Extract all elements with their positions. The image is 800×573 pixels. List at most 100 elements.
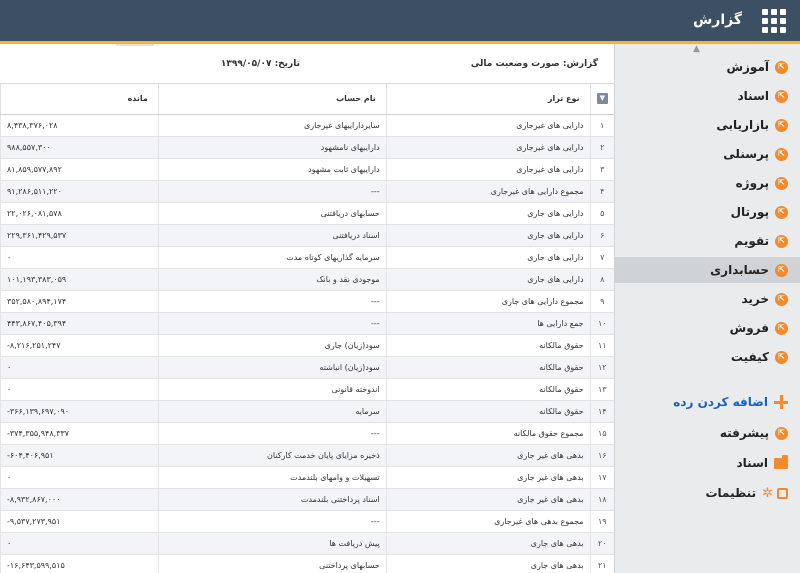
row-number: ۱۵ — [589, 422, 614, 445]
sidebar-item-label: پروژه — [735, 176, 769, 190]
cell-balance: -۸,۲۱۶,۲۵۱,۲۴۷ — [0, 334, 159, 357]
cell-balance: ۰ — [0, 356, 159, 379]
cell-type: حقوق مالکانه — [385, 334, 591, 357]
sidebar-item-10[interactable]: ⇱ فروش — [614, 315, 800, 341]
row-number: ۸ — [589, 268, 614, 291]
sidebar-item-label: پیشرفته — [719, 426, 769, 440]
row-number: ۵ — [589, 202, 614, 225]
column-header-account[interactable]: نام حساب — [157, 84, 387, 115]
sidebar-item-documents-folder[interactable]: اسناد — [614, 450, 800, 476]
table-row[interactable]: ۲۱ بدهی های جاری حسابهای پرداختنی -۱۶,۶۴۳,۵… — [0, 554, 614, 573]
sidebar-item-1[interactable]: ⇱ آموزش — [614, 54, 800, 80]
cell-balance: -۹,۵۳۷,۲۷۳,۹۵۱ — [0, 510, 159, 533]
cell-balance: ۰ — [0, 532, 159, 555]
cell-type: دارایی های غیرجاری — [385, 136, 591, 159]
sort-icon[interactable]: ▼ — [596, 93, 608, 105]
table-row[interactable]: ۷ دارایی های جاری سرمایه گذاریهای کوتاه مد… — [0, 246, 614, 269]
table-row[interactable]: ۱۳ حقوق مالکانه اندوخته قانونی ۰ — [0, 378, 614, 401]
cell-account: --- — [157, 312, 387, 335]
add-category-label: اضافه کردن رده — [673, 395, 768, 409]
sidebar-item-advanced[interactable]: ⇱ پیشرفته — [614, 420, 800, 446]
link-icon: ⇱ — [775, 176, 788, 190]
cell-account: اسناد دریافتنی — [157, 224, 387, 247]
link-icon: ⇱ — [775, 263, 788, 277]
table-row[interactable]: ۱۵ مجموع حقوق مالکانه --- -۳۷۴,۳۵۵,۹۴۸,۳۳۷ — [0, 422, 614, 445]
row-number: ۹ — [589, 290, 614, 313]
table-row[interactable]: ۲۰ بدهی های جاری پیش دریافت ها ۰ — [0, 532, 614, 555]
table-row[interactable]: ۸ دارایی های جاری موجودی نقد و بانک ۱۰۱,۱۹۳… — [0, 268, 614, 291]
table-row[interactable]: ۱۹ مجموع بدهی های غیرجاری --- -۹,۵۳۷,۲۷۳,۹۵… — [0, 510, 614, 533]
link-icon: ⇱ — [775, 350, 788, 364]
row-number: ۲ — [589, 136, 614, 159]
link-icon: ⇱ — [775, 321, 788, 335]
cell-balance: ۹۸۸,۵۵۷,۳۰۰ — [0, 136, 159, 159]
table-row[interactable]: ۲ دارایی های غیرجاری داراییهای نامشهود ۹۸۸,… — [0, 136, 614, 159]
table-row[interactable]: ۱۲ حقوق مالکانه سود(زیان) انباشته ۰ — [0, 356, 614, 379]
table-row[interactable]: ۱۰ جمع دارایی ها --- ۴۴۳,۸۶۷,۴۰۵,۳۹۴ — [0, 312, 614, 335]
table-row[interactable]: ۱۱ حقوق مالکانه سود(زیان) جاری -۸,۲۱۶,۲۵۱,۲… — [0, 334, 614, 357]
row-number: ۱۷ — [589, 466, 614, 489]
cell-type: جمع دارایی ها — [385, 312, 591, 335]
sidebar-item-9[interactable]: ⇱ خرید — [614, 286, 800, 312]
cell-account: --- — [157, 290, 387, 313]
add-category-button[interactable]: اضافه کردن رده — [673, 395, 788, 409]
apps-grid-icon[interactable] — [762, 9, 786, 33]
sidebar-item-7[interactable]: ⇱ تقویم — [614, 228, 800, 254]
table-row[interactable]: ۴ مجموع دارایی های غیرجاری --- ۹۱,۲۸۶,۵۱۱,۲… — [0, 180, 614, 203]
window-icon — [777, 487, 788, 499]
report-panel: گزارش: صورت وضعیت مالی تاریخ: ۱۳۹۹/۰۵/۰۷… — [0, 44, 614, 573]
cell-type: حقوق مالکانه — [385, 356, 591, 379]
sort-column-header[interactable]: ▼ — [589, 84, 614, 115]
table-row[interactable]: ۱ دارایی های غیرجاری سایرداراییهای غیرجاری… — [0, 114, 614, 137]
link-icon: ⇱ — [775, 234, 788, 248]
sidebar-item-label: خرید — [741, 292, 769, 306]
gear-icon: ✲ — [762, 485, 773, 501]
top-bar: گزارش — [0, 0, 800, 41]
cell-account: --- — [157, 510, 387, 533]
table-row[interactable]: ۱۶ بدهی های غیر جاری ذخیره مزایای پایان خد… — [0, 444, 614, 467]
sidebar-item-11[interactable]: ⇱ کیفیت — [614, 344, 800, 370]
collapse-arrow-icon[interactable]: ▲ — [693, 44, 700, 54]
cell-type: بدهی های غیر جاری — [385, 444, 591, 467]
table-row[interactable]: ۱۴ حقوق مالکانه سرمایه -۳۶۶,۱۳۹,۶۹۷,۰۹۰ — [0, 400, 614, 423]
sidebar-item-label: آموزش — [726, 60, 769, 74]
sidebar-item-6[interactable]: ⇱ پورتال — [614, 199, 800, 225]
link-icon: ⇱ — [775, 147, 788, 161]
cell-type: دارایی های غیرجاری — [385, 158, 591, 181]
cell-type: حقوق مالکانه — [385, 400, 591, 423]
app-title: گزارش — [692, 12, 742, 28]
link-icon: ⇱ — [775, 60, 788, 74]
cell-balance: ۹۱,۲۸۶,۵۱۱,۲۲۰ — [0, 180, 159, 203]
row-number: ۱۲ — [589, 356, 614, 379]
row-number: ۱۶ — [589, 444, 614, 467]
folder-icon — [774, 454, 788, 469]
row-number: ۴ — [589, 180, 614, 203]
cell-account: اندوخته قانونی — [157, 378, 387, 401]
table-body: ۱ دارایی های غیرجاری سایرداراییهای غیرجاری… — [0, 114, 614, 573]
table-row[interactable]: ۵ دارایی های جاری حسابهای دریافتنی ۲۲,۰۲۶,۰… — [0, 202, 614, 225]
table-row[interactable]: ۱۷ بدهی های غیر جاری تسهیلات و وامهای بلند… — [0, 466, 614, 489]
column-header-balance[interactable]: مانده — [0, 84, 159, 115]
sidebar-item-settings[interactable]: ✲ تنظیمات — [614, 480, 800, 506]
sidebar-item-label: حسابداری — [710, 263, 769, 277]
sidebar-item-8[interactable]: ⇱ حسابداری — [614, 257, 800, 283]
table-row[interactable]: ۳ دارایی های غیرجاری داراییهای ثابت مشهود ۸… — [0, 158, 614, 181]
sidebar-item-label: بازاریابی — [716, 118, 769, 132]
sidebar-item-5[interactable]: ⇱ پروژه — [614, 170, 800, 196]
sidebar-item-label: اسناد — [736, 456, 768, 470]
cell-account: حسابهای دریافتنی — [157, 202, 387, 225]
cell-balance: ۲۲,۰۲۶,۰۸۱,۵۷۸ — [0, 202, 159, 225]
table-row[interactable]: ۶ دارایی های جاری اسناد دریافتنی ۲۲۹,۳۶۱,۴۲… — [0, 224, 614, 247]
cell-type: مجموع حقوق مالکانه — [385, 422, 591, 445]
cell-balance: -۳۷۴,۳۵۵,۹۴۸,۳۳۷ — [0, 422, 159, 445]
table-row[interactable]: ۹ مجموع دارایی های جاری --- ۳۵۲,۵۸۰,۸۹۴,۱۷۴ — [0, 290, 614, 313]
row-number: ۲۱ — [589, 554, 614, 573]
sidebar-item-4[interactable]: ⇱ پرسنلی — [614, 141, 800, 167]
column-header-type[interactable]: نوع تراز — [385, 84, 591, 115]
sidebar-item-2[interactable]: ⇱ اسناد — [614, 83, 800, 109]
cell-account: حسابهای پرداختنی — [157, 554, 387, 573]
link-icon: ⇱ — [775, 426, 788, 440]
table-row[interactable]: ۱۸ بدهی های غیر جاری اسناد پرداختنی بلندمد… — [0, 488, 614, 511]
sidebar-item-label: پرسنلی — [723, 147, 769, 161]
sidebar-item-3[interactable]: ⇱ بازاریابی — [614, 112, 800, 138]
